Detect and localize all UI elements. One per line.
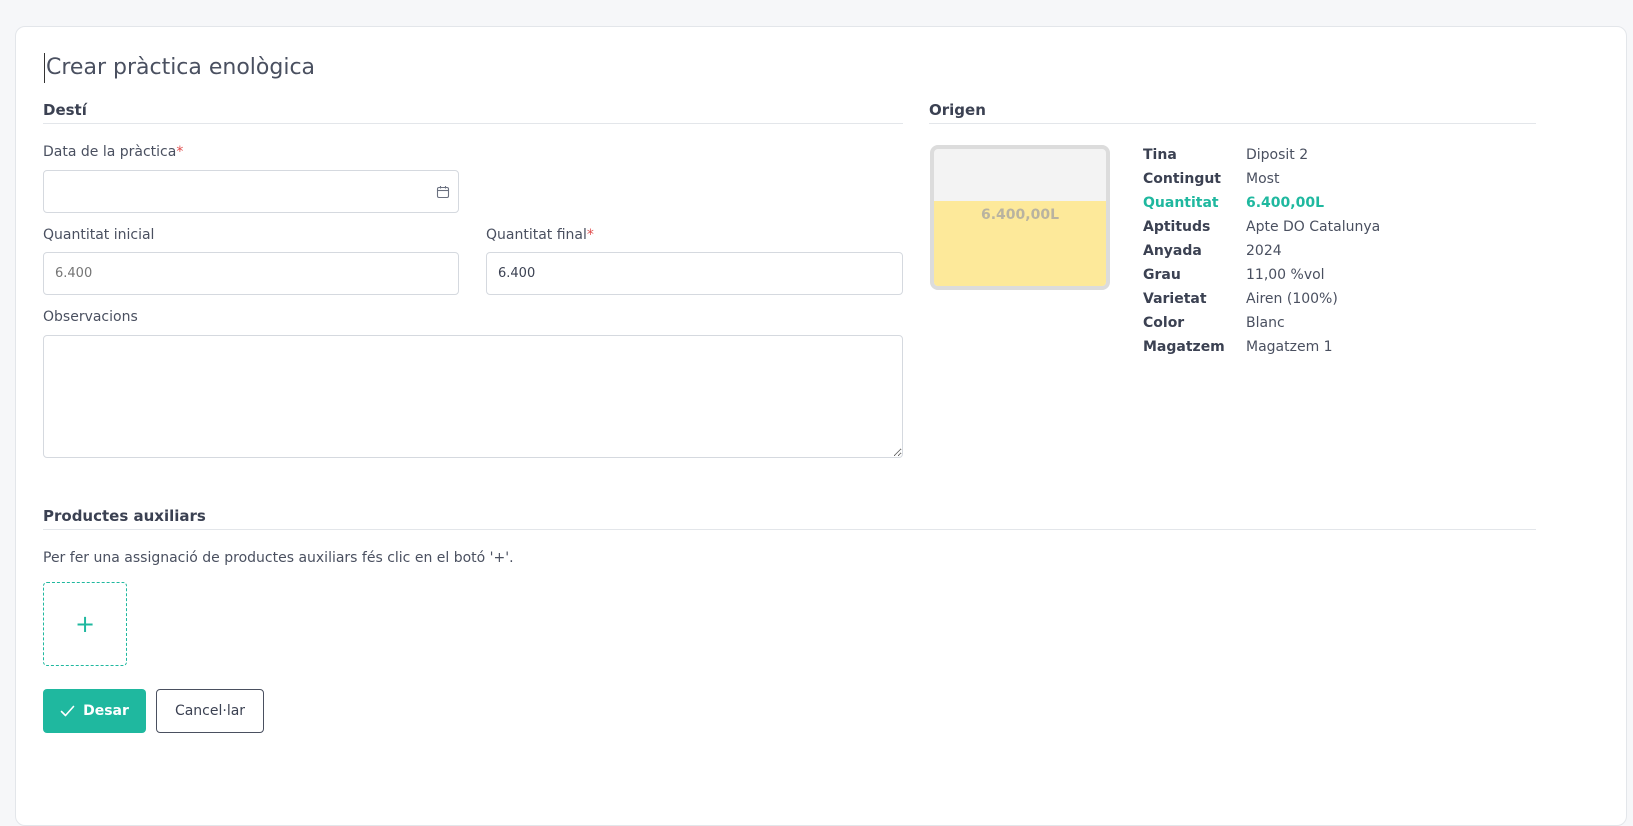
- origin-detail-key: Grau: [1143, 267, 1181, 283]
- auxiliary-hint: Per fer una assignació de productes auxi…: [43, 550, 514, 566]
- form-card: Crear pràctica enològica Destí Data de l…: [15, 26, 1627, 826]
- add-auxiliary-product-button[interactable]: +: [43, 582, 127, 666]
- section-title-auxiliars: Productes auxiliars: [43, 507, 1536, 530]
- initial-quantity-field: [43, 252, 459, 295]
- save-button[interactable]: Desar: [43, 689, 146, 733]
- notes-label: Observacions: [43, 309, 138, 325]
- origin-detail-key: Contingut: [1143, 171, 1221, 187]
- tank-graphic: 6.400,00L: [930, 145, 1110, 290]
- origin-detail-value: Magatzem 1: [1246, 339, 1333, 355]
- origin-detail-value: Apte DO Catalunya: [1246, 219, 1381, 235]
- origin-detail-value: Blanc: [1246, 315, 1285, 331]
- date-label: Data de la pràctica*: [43, 144, 183, 160]
- origin-detail-key: Aptituds: [1143, 219, 1211, 235]
- required-mark: *: [176, 144, 184, 160]
- check-icon: [60, 705, 75, 717]
- initial-quantity-label: Quantitat inicial: [43, 227, 155, 243]
- origin-detail-value: Diposit 2: [1246, 147, 1309, 163]
- final-quantity-label-text: Quantitat final: [486, 227, 587, 243]
- page-title: Crear pràctica enològica: [44, 53, 315, 83]
- notes-textarea[interactable]: [43, 335, 903, 458]
- origin-detail-key: Magatzem: [1143, 339, 1225, 355]
- origin-detail-key: Color: [1143, 315, 1185, 331]
- origin-detail-key: Tina: [1143, 147, 1177, 163]
- section-title-origen: Origen: [929, 101, 1536, 124]
- origin-detail-value: 11,00 %vol: [1246, 267, 1325, 283]
- date-label-text: Data de la pràctica: [43, 144, 177, 160]
- origin-detail-value: 6.400,00L: [1246, 195, 1325, 211]
- origin-detail-key: Anyada: [1143, 243, 1202, 259]
- save-button-label: Desar: [83, 703, 129, 719]
- required-mark: *: [586, 227, 594, 243]
- section-title-desti: Destí: [43, 101, 903, 124]
- origin-detail-key: Varietat: [1143, 291, 1207, 307]
- tank-quantity-label: 6.400,00L: [980, 207, 1059, 223]
- origin-detail-key: Quantitat: [1143, 195, 1219, 211]
- plus-icon: +: [74, 610, 96, 638]
- origin-detail-value: 2024: [1246, 243, 1282, 259]
- origin-detail-value: Airen (100%): [1246, 291, 1338, 307]
- cancel-button[interactable]: Cancel·lar: [156, 689, 264, 733]
- final-quantity-label: Quantitat final*: [486, 227, 594, 243]
- origin-detail-value: Most: [1246, 171, 1280, 187]
- date-field[interactable]: [43, 170, 459, 213]
- final-quantity-field[interactable]: [486, 252, 903, 295]
- calendar-icon[interactable]: [436, 185, 450, 199]
